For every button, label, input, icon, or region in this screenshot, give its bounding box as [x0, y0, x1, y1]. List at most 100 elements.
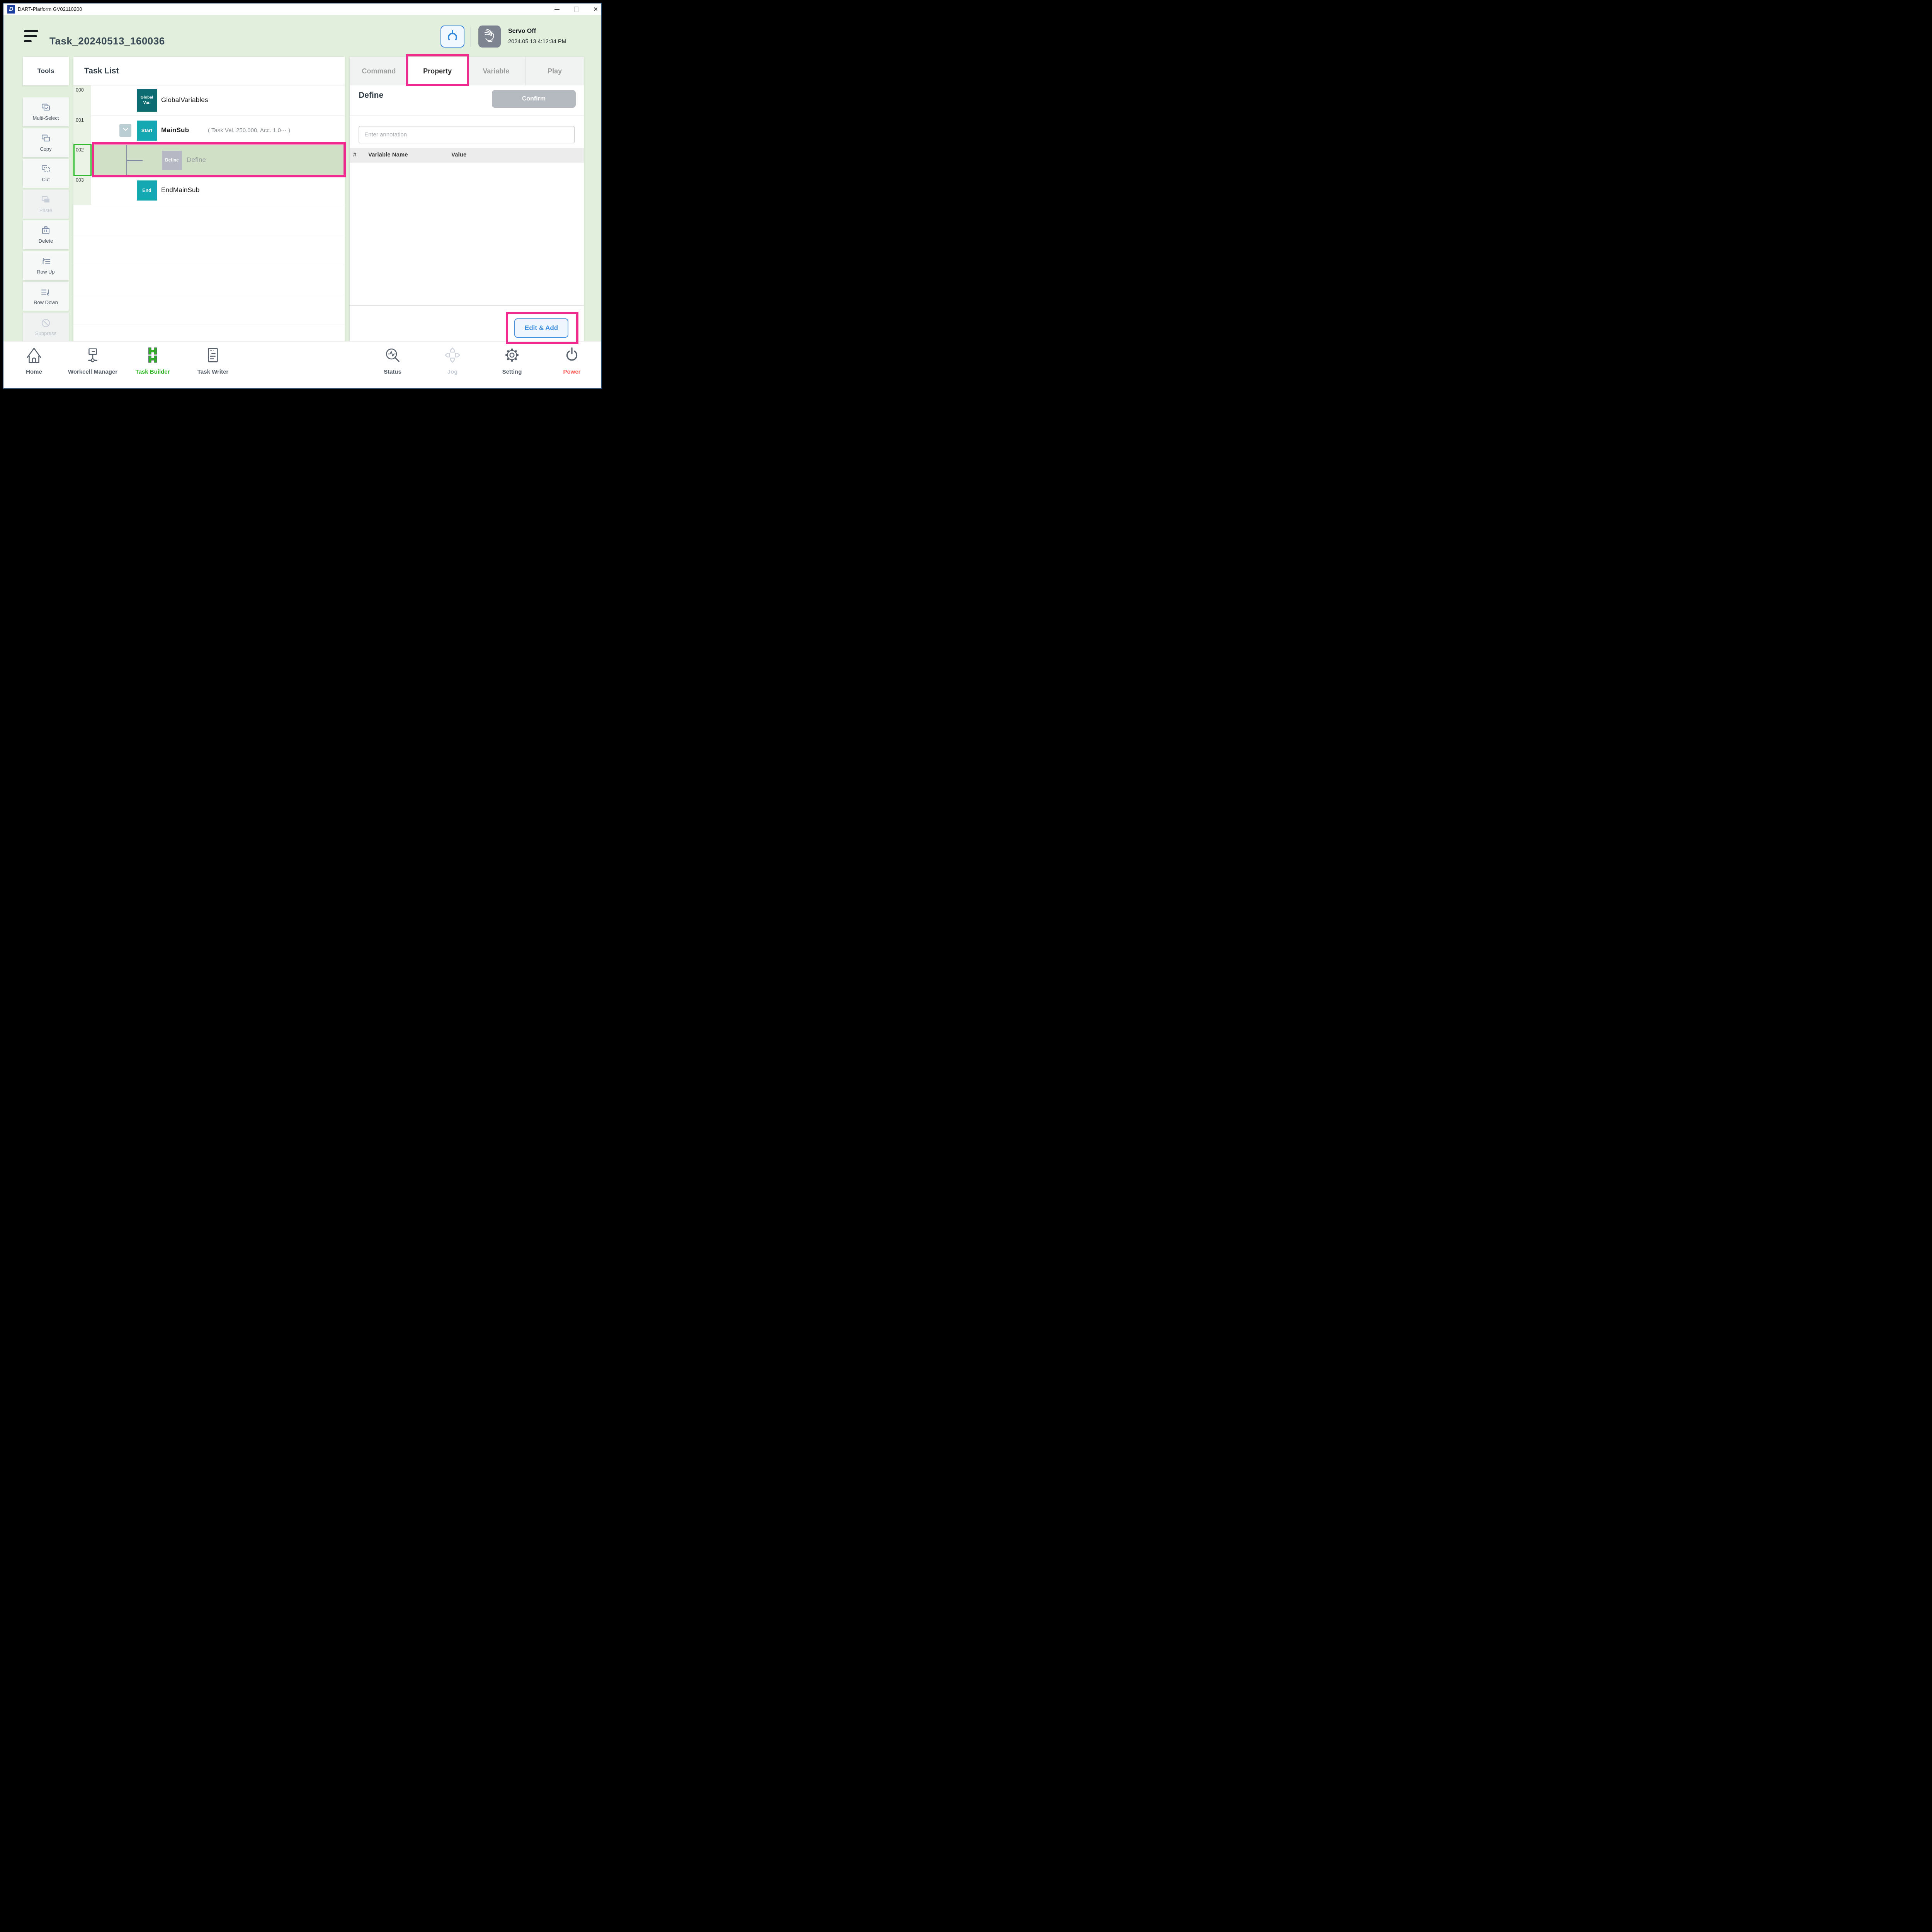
nav-label: Workcell Manager: [68, 369, 117, 375]
nav-label: Power: [563, 369, 580, 375]
nav-label: Setting: [502, 369, 522, 375]
right-panel-tabs: Command Property Variable Play: [350, 57, 584, 85]
nav-label: Home: [26, 369, 42, 375]
close-icon[interactable]: ✕: [593, 7, 598, 12]
task-row-globalvariables[interactable]: 000 Global Var. GlobalVariables: [73, 85, 345, 116]
multi-select-icon: [41, 103, 51, 114]
annotation-input[interactable]: [359, 126, 575, 143]
cut-icon: [41, 164, 51, 175]
end-badge: End: [137, 180, 157, 201]
section-title: Define: [359, 91, 383, 100]
empty-task-row: [73, 235, 345, 265]
task-row-endmainsub[interactable]: 003 End EndMainSub: [73, 175, 345, 206]
global-var-badge: Global Var.: [137, 89, 157, 112]
page-title: Task_20240513_160036: [49, 35, 165, 47]
nav-workcell-manager[interactable]: Workcell Manager: [64, 346, 122, 375]
minimize-icon[interactable]: [554, 9, 560, 10]
power-icon: [563, 346, 581, 366]
column-value: Value: [451, 151, 466, 158]
define-badge: Define: [162, 151, 182, 170]
tool-suppress: Suppress: [23, 313, 69, 342]
tool-label: Copy: [40, 146, 51, 152]
task-row-mainsub[interactable]: 001 Start MainSub ( Task Vel. 250.000, A…: [73, 116, 345, 146]
tool-label: Delete: [39, 238, 53, 244]
task-builder-icon: [144, 346, 162, 366]
row-number: 003: [73, 175, 91, 205]
nav-status[interactable]: Status: [364, 346, 422, 375]
app-header-background: Task_20240513_160036: [3, 15, 601, 341]
tool-cut[interactable]: Cut: [23, 159, 69, 188]
title-bar: D DART-Platform GV02110200 ✕: [3, 3, 601, 15]
row-down-icon: [41, 287, 51, 298]
tool-copy[interactable]: Copy: [23, 128, 69, 157]
tool-delete[interactable]: Delete: [23, 220, 69, 249]
tab-command[interactable]: Command: [350, 57, 408, 85]
task-list-panel: Task List 000 Global Var. GlobalVariable…: [73, 57, 345, 341]
gripper-button[interactable]: [440, 26, 464, 48]
row-detail: ( Task Vel. 250.000, Acc. 1,0⋯ ): [208, 116, 290, 145]
property-panel: Command Property Variable Play Define Co…: [350, 57, 584, 341]
nav-label: Task Builder: [136, 369, 170, 375]
nav-jog: Jog: [423, 346, 481, 375]
row-label: GlobalVariables: [161, 85, 208, 115]
tool-label: Cut: [42, 177, 49, 182]
tool-row-up[interactable]: Row Up: [23, 251, 69, 280]
nav-label: Task Writer: [197, 369, 228, 375]
empty-task-row: [73, 295, 345, 325]
nav-power[interactable]: Power: [543, 346, 601, 375]
nav-label: Status: [384, 369, 401, 375]
row-label: MainSub: [161, 116, 189, 145]
tool-row-down[interactable]: Row Down: [23, 282, 69, 311]
workcell-manager-icon: [84, 346, 102, 366]
menu-hamburger-icon[interactable]: [24, 30, 39, 42]
bottom-navigation: Home Workcell Manager Tas: [3, 341, 601, 388]
nav-label: Jog: [447, 369, 458, 375]
tools-title: Tools: [23, 57, 69, 85]
home-icon: [25, 346, 43, 366]
gear-icon: [503, 346, 521, 366]
tool-label: Row Up: [37, 269, 54, 275]
maximize-icon[interactable]: [574, 7, 578, 12]
tool-label: Suppress: [35, 330, 56, 336]
task-list-title: Task List: [73, 57, 345, 85]
tab-play[interactable]: Play: [526, 57, 584, 85]
paste-icon: [41, 195, 51, 206]
row-number: 001: [73, 116, 91, 145]
servo-timestamp: 2024.05.13 4:12:34 PM: [508, 39, 566, 45]
app-window: D DART-Platform GV02110200 ✕ Task_202405…: [3, 3, 602, 389]
tab-property[interactable]: Property: [408, 57, 467, 85]
gripper-icon: [445, 28, 460, 45]
divider: [350, 305, 584, 306]
status-icon: [384, 346, 401, 366]
row-up-icon: [41, 257, 51, 268]
nav-setting[interactable]: Setting: [483, 346, 541, 375]
task-writer-icon: [204, 346, 222, 366]
delete-icon: [41, 226, 51, 237]
nav-task-builder[interactable]: Task Builder: [124, 346, 182, 375]
nav-task-writer[interactable]: Task Writer: [184, 346, 242, 375]
tree-line-branch: [126, 160, 143, 161]
copy-icon: [41, 134, 51, 145]
row-number: 000: [73, 85, 91, 115]
tool-multi-select[interactable]: Multi-Select: [23, 97, 69, 126]
tab-variable[interactable]: Variable: [467, 57, 526, 85]
tool-label: Row Down: [34, 299, 58, 305]
hand-gesture-icon: [481, 27, 498, 46]
confirm-button[interactable]: Confirm: [492, 90, 576, 108]
manual-mode-button[interactable]: [478, 26, 501, 48]
row-number: 002: [73, 145, 91, 175]
row-label: Define: [187, 145, 206, 175]
nav-home[interactable]: Home: [5, 346, 63, 375]
empty-task-row: [73, 205, 345, 235]
collapse-row-button[interactable]: [119, 124, 131, 137]
tools-panel: Tools Multi-Select: [23, 57, 69, 341]
start-badge: Start: [137, 121, 157, 141]
task-row-define-selected[interactable]: 002 Define Define: [73, 145, 345, 175]
tool-label: Paste: [39, 207, 52, 213]
app-logo-icon: D: [7, 5, 15, 14]
column-index: #: [353, 151, 356, 158]
edit-add-button[interactable]: Edit & Add: [514, 318, 568, 338]
suppress-icon: [41, 318, 51, 329]
servo-status: Servo Off: [508, 28, 536, 35]
empty-task-row: [73, 265, 345, 295]
